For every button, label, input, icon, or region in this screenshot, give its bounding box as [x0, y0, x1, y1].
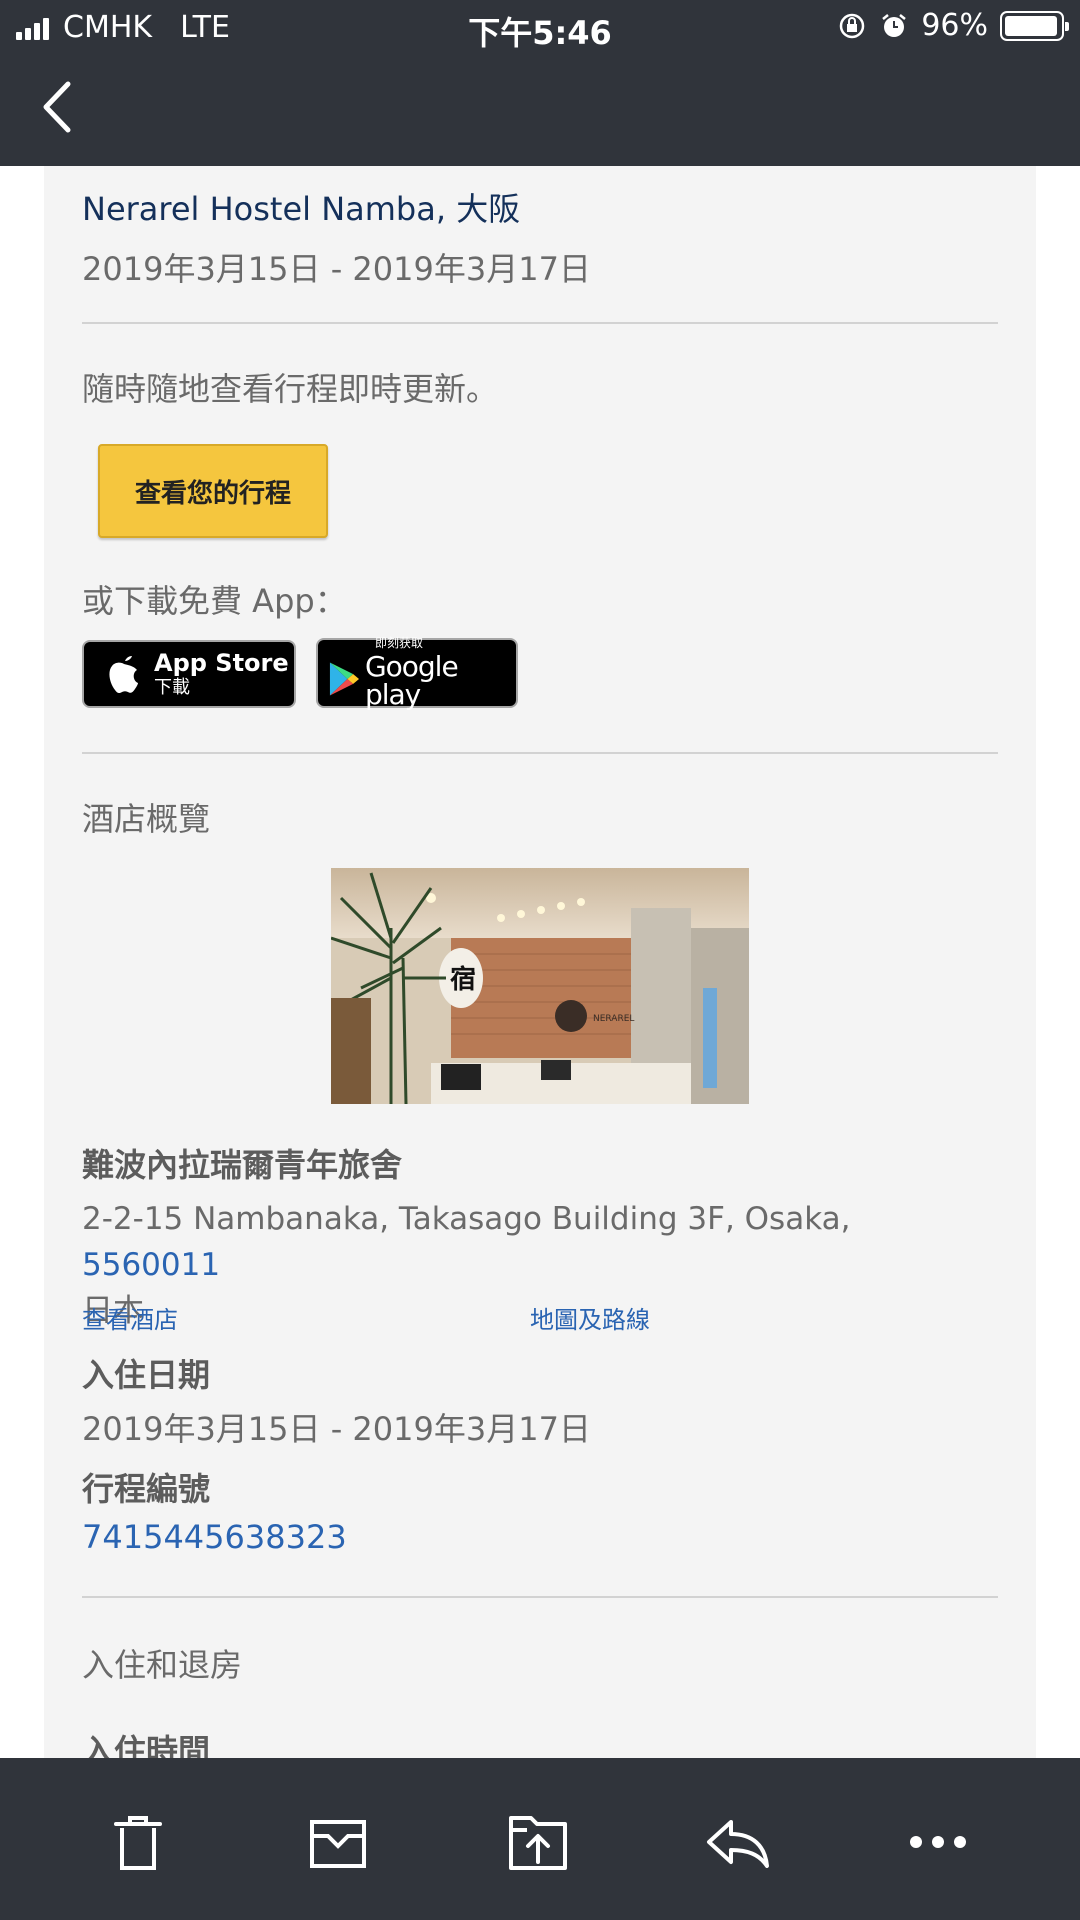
- update-text: 隨時隨地查看行程即時更新。: [82, 370, 499, 408]
- email-body: Nerarel Hostel Namba, 大阪 2019年3月15日 - 20…: [0, 166, 1080, 1758]
- hotel-photo[interactable]: NERAREL 宿: [331, 868, 749, 1104]
- itinerary-number-label: 行程編號: [82, 1470, 211, 1508]
- address-line: 2-2-15 Nambanaka, Takasago Building 3F, …: [82, 1201, 851, 1237]
- back-chevron-icon[interactable]: [38, 80, 78, 134]
- checkin-checkout-title: 入住和退房: [82, 1646, 243, 1684]
- battery-icon: [1000, 10, 1069, 41]
- more-icon: [910, 1836, 966, 1848]
- google-play-badge[interactable]: 即刻获取 Google play: [316, 636, 518, 711]
- status-bar: CMHK LTE 下午5:46 96%: [0, 0, 1080, 56]
- google-play-line2: Google play: [364, 650, 459, 711]
- hotel-lobby-image: NERAREL 宿: [331, 868, 749, 1104]
- map-directions-link[interactable]: 地圖及路線: [530, 1300, 650, 1335]
- reply-button[interactable]: [698, 1802, 778, 1882]
- rotation-lock-icon: [840, 13, 865, 38]
- bottom-toolbar: [0, 1758, 1080, 1920]
- google-play-icon: [329, 662, 359, 696]
- more-button[interactable]: [898, 1802, 978, 1882]
- hotel-title: Nerarel Hostel Namba, 大阪: [82, 190, 521, 228]
- move-button[interactable]: [498, 1802, 578, 1882]
- view-hotel-link[interactable]: 查看酒店: [82, 1300, 178, 1335]
- hotel-overview-title: 酒店概覽: [82, 800, 211, 838]
- view-itinerary-button[interactable]: 查看您的行程: [98, 444, 328, 538]
- checkin-time-label: 入住時間: [82, 1732, 211, 1758]
- move-folder-icon: [509, 1816, 567, 1870]
- nerarel-sign: NERAREL: [593, 1014, 634, 1024]
- battery-percent: 96%: [921, 8, 988, 43]
- hotel-name: 難波內拉瑞爾青年旅舍: [82, 1146, 403, 1184]
- divider: [82, 1596, 998, 1598]
- alarm-icon: [882, 13, 907, 37]
- date-range: 2019年3月15日 - 2019年3月17日: [82, 250, 591, 288]
- trash-icon: [114, 1816, 162, 1870]
- app-store-line2: 下載: [154, 677, 190, 698]
- archive-icon: [310, 1820, 366, 1868]
- apple-icon: [109, 656, 138, 694]
- status-right: 96%: [837, 8, 1069, 43]
- archive-button[interactable]: [298, 1802, 378, 1882]
- checkin-date-label: 入住日期: [82, 1356, 211, 1394]
- app-store-line1: App Store: [154, 649, 289, 677]
- lantern-char: 宿: [450, 964, 476, 995]
- checkin-date-value: 2019年3月15日 - 2019年3月17日: [82, 1410, 591, 1448]
- postal-code-link[interactable]: 5560011: [82, 1247, 220, 1283]
- email-card: Nerarel Hostel Namba, 大阪 2019年3月15日 - 20…: [44, 166, 1036, 1758]
- itinerary-number-link[interactable]: 7415445638323: [82, 1518, 998, 1556]
- reply-icon: [707, 1820, 769, 1868]
- download-app-text: 或下載免費 App：: [82, 582, 347, 620]
- divider: [82, 752, 998, 754]
- google-play-line1: 即刻获取: [374, 636, 423, 650]
- app-store-badge[interactable]: App Store 下載: [82, 640, 296, 708]
- delete-button[interactable]: [98, 1802, 178, 1882]
- divider: [82, 322, 998, 324]
- top-bar: CMHK LTE 下午5:46 96%: [0, 0, 1080, 166]
